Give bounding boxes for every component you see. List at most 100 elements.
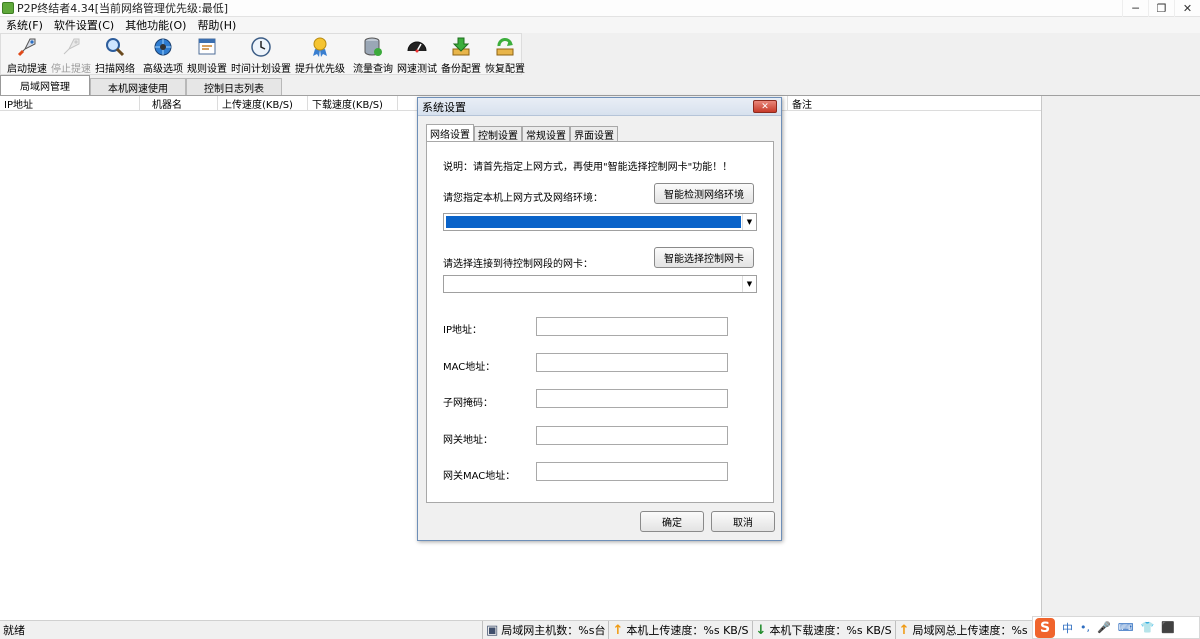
dialog-close-button[interactable]: ✕ bbox=[753, 100, 777, 113]
status-upload-speed: ↑ 本机上传速度：%s KB/S bbox=[608, 620, 751, 639]
tab-local-speed[interactable]: 本机网速使用 bbox=[90, 78, 186, 95]
skin-icon[interactable]: 👕 bbox=[1141, 621, 1155, 634]
chinese-mode-icon[interactable]: 中 bbox=[1062, 620, 1073, 636]
nic-selected-value bbox=[446, 278, 741, 290]
status-host-count: ▣ 局域网主机数：%s台 bbox=[482, 620, 608, 639]
host-count-text: 局域网主机数：%s台 bbox=[501, 624, 606, 637]
speed-test-button[interactable]: 网速测试 bbox=[395, 34, 439, 75]
backup-config-button[interactable]: 备份配置 bbox=[439, 34, 483, 75]
restore-config-button[interactable]: 恢复配置 bbox=[483, 34, 527, 75]
menu-help[interactable]: 帮助(H) bbox=[191, 17, 241, 33]
toolbar-label: 网速测试 bbox=[397, 64, 437, 75]
ip-field[interactable] bbox=[536, 317, 728, 336]
detect-network-button[interactable]: 智能检测网络环境 bbox=[654, 183, 754, 204]
microphone-icon[interactable]: 🎤 bbox=[1097, 621, 1111, 634]
network-env-select[interactable]: ▼ bbox=[443, 213, 757, 231]
stop-boost-button[interactable]: 停止提速 bbox=[49, 34, 93, 75]
system-settings-dialog: 系统设置 ✕ 网络设置 控制设置 常规设置 界面设置 说明：请首先指定上网方式，… bbox=[417, 97, 782, 541]
toolbar-label: 规则设置 bbox=[187, 64, 227, 75]
subnet-mask-label: 子网掩码： bbox=[443, 398, 493, 409]
network-env-label: 请您指定本机上网方式及网络环境： bbox=[443, 193, 603, 204]
column-machine-name[interactable]: 机器名 bbox=[140, 96, 218, 111]
toolbar-label: 时间计划设置 bbox=[231, 64, 291, 75]
lan-upload-arrow-icon: ↑ bbox=[898, 622, 910, 638]
dialog-tabs: 网络设置 控制设置 常规设置 界面设置 bbox=[426, 124, 618, 142]
tab-interface-settings[interactable]: 界面设置 bbox=[570, 126, 618, 142]
tab-lan-management[interactable]: 局域网管理 bbox=[0, 75, 90, 95]
menu-software-settings[interactable]: 软件设置(C) bbox=[48, 17, 119, 33]
toolbar-label: 恢复配置 bbox=[485, 64, 525, 75]
toolbar-label: 启动提速 bbox=[7, 64, 47, 75]
app-icon bbox=[2, 2, 14, 14]
toolbox-icon[interactable]: ⬛ bbox=[1161, 621, 1175, 634]
stop-rocket-icon bbox=[59, 36, 83, 58]
computer-icon: ▣ bbox=[486, 622, 499, 638]
column-remark[interactable]: 备注 bbox=[788, 96, 1040, 111]
close-window-button[interactable]: ✕ bbox=[1174, 0, 1200, 17]
download-arrow-icon: ↓ bbox=[755, 622, 767, 638]
main-tabs: 局域网管理 本机网速使用 控制日志列表 bbox=[0, 75, 1200, 96]
gateway-field[interactable] bbox=[536, 426, 728, 445]
ok-button[interactable]: 确定 bbox=[640, 511, 704, 532]
globe-gear-icon bbox=[151, 36, 175, 58]
restore-button[interactable]: ❐ bbox=[1148, 0, 1174, 17]
punctuation-icon[interactable]: •, bbox=[1080, 621, 1090, 634]
tab-general-settings[interactable]: 常规设置 bbox=[522, 126, 570, 142]
download-speed-text: 本机下载速度：%s KB/S bbox=[769, 624, 892, 637]
menu-system[interactable]: 系统(F) bbox=[0, 17, 48, 33]
advanced-options-button[interactable]: 高级选项 bbox=[141, 34, 185, 75]
download-icon bbox=[449, 36, 473, 58]
schedule-settings-button[interactable]: 时间计划设置 bbox=[229, 34, 293, 75]
mac-field[interactable] bbox=[536, 353, 728, 372]
chevron-down-icon[interactable]: ▼ bbox=[742, 214, 756, 230]
scan-network-button[interactable]: 扫描网络 bbox=[93, 34, 137, 75]
clock-icon bbox=[249, 36, 273, 58]
window-controls: ─ ❐ ✕ bbox=[1122, 0, 1200, 17]
menu-other-functions[interactable]: 其他功能(O) bbox=[119, 17, 191, 33]
status-download-speed: ↓ 本机下载速度：%s KB/S bbox=[751, 620, 895, 639]
menu-bar: 系统(F) 软件设置(C) 其他功能(O) 帮助(H) bbox=[0, 17, 1200, 33]
database-icon bbox=[361, 36, 385, 58]
keyboard-icon[interactable]: ⌨ bbox=[1118, 621, 1134, 634]
gateway-mac-field[interactable] bbox=[536, 462, 728, 481]
cancel-button[interactable]: 取消 bbox=[711, 511, 775, 532]
tab-network-settings[interactable]: 网络设置 bbox=[426, 124, 474, 141]
column-download-speed[interactable]: 下载速度(KB/S) bbox=[308, 96, 398, 111]
tab-control-settings[interactable]: 控制设置 bbox=[474, 126, 522, 142]
start-boost-button[interactable]: 启动提速 bbox=[5, 34, 49, 75]
subnet-mask-field[interactable] bbox=[536, 389, 728, 408]
ime-toolbar: S 中 •, 🎤 ⌨ 👕 ⬛ bbox=[1032, 616, 1200, 639]
window-title: P2P终结者4.34[当前网络管理优先级:最低] bbox=[17, 2, 229, 15]
toolbar-label: 提升优先级 bbox=[295, 64, 345, 75]
column-ip[interactable]: IP地址 bbox=[0, 96, 140, 111]
upload-speed-text: 本机上传速度：%s KB/S bbox=[626, 624, 749, 637]
speedometer-icon bbox=[405, 36, 429, 58]
chevron-down-icon[interactable]: ▼ bbox=[742, 276, 756, 292]
gateway-label: 网关地址： bbox=[443, 435, 493, 446]
rules-window-icon bbox=[195, 36, 219, 58]
raise-priority-button[interactable]: 提升优先级 bbox=[293, 34, 347, 75]
select-nic-button[interactable]: 智能选择控制网卡 bbox=[654, 247, 754, 268]
minimize-button[interactable]: ─ bbox=[1122, 0, 1148, 17]
toolbar-label: 备份配置 bbox=[441, 64, 481, 75]
network-settings-panel: 说明：请首先指定上网方式，再使用"智能选择控制网卡"功能！！ 请您指定本机上网方… bbox=[426, 141, 774, 503]
toolbar-label: 停止提速 bbox=[51, 64, 91, 75]
sogou-logo-icon[interactable]: S bbox=[1035, 617, 1055, 638]
magnifier-icon bbox=[103, 36, 127, 58]
toolbar-label: 高级选项 bbox=[143, 64, 183, 75]
dialog-title-bar[interactable]: 系统设置 bbox=[418, 98, 781, 116]
rules-settings-button[interactable]: 规则设置 bbox=[185, 34, 229, 75]
restore-icon bbox=[493, 36, 517, 58]
medal-icon bbox=[308, 36, 332, 58]
tab-control-log[interactable]: 控制日志列表 bbox=[186, 78, 282, 95]
toolbar-label: 流量查询 bbox=[353, 64, 393, 75]
upload-arrow-icon: ↑ bbox=[612, 622, 624, 638]
traffic-query-button[interactable]: 流量查询 bbox=[351, 34, 395, 75]
title-bar: P2P终结者4.34[当前网络管理优先级:最低] ─ ❐ ✕ bbox=[0, 0, 1200, 17]
nic-select[interactable]: ▼ bbox=[443, 275, 757, 293]
status-bar: 就绪 ▣ 局域网主机数：%s台 ↑ 本机上传速度：%s KB/S ↓ 本机下载速… bbox=[0, 620, 1200, 639]
column-upload-speed[interactable]: 上传速度(KB/S) bbox=[218, 96, 308, 111]
toolbar: 启动提速 停止提速 扫描网络 高级选项 规则设置 时间计划设置 提升优先级 流量… bbox=[0, 33, 525, 75]
instruction-note: 说明：请首先指定上网方式，再使用"智能选择控制网卡"功能！！ bbox=[443, 162, 733, 173]
rocket-icon bbox=[15, 36, 39, 58]
